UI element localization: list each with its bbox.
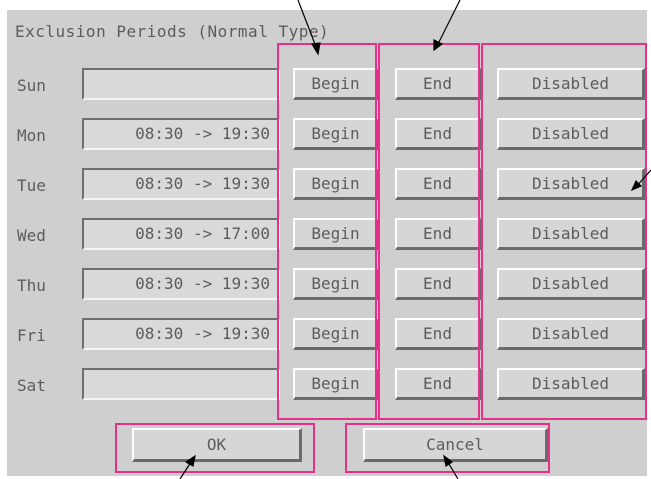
begin-button-fri[interactable]: Begin bbox=[293, 318, 379, 350]
disabled-button-tue[interactable]: Disabled bbox=[497, 168, 645, 200]
disabled-button-fri[interactable]: Disabled bbox=[497, 318, 645, 350]
disabled-button-mon[interactable]: Disabled bbox=[497, 118, 645, 150]
end-button-tue[interactable]: End bbox=[395, 168, 481, 200]
disabled-button-sun[interactable]: Disabled bbox=[497, 68, 645, 100]
ok-button[interactable]: OK bbox=[132, 428, 302, 462]
end-button-fri[interactable]: End bbox=[395, 318, 481, 350]
day-label-sat: Sat bbox=[17, 376, 46, 395]
dialog-title: Exclusion Periods (Normal Type) bbox=[15, 22, 330, 41]
begin-button-sat[interactable]: Begin bbox=[293, 368, 379, 400]
period-field-fri[interactable]: 08:30 -> 19:30 bbox=[82, 318, 280, 350]
end-button-thu[interactable]: End bbox=[395, 268, 481, 300]
begin-button-tue[interactable]: Begin bbox=[293, 168, 379, 200]
begin-button-mon[interactable]: Begin bbox=[293, 118, 379, 150]
end-button-mon[interactable]: End bbox=[395, 118, 481, 150]
disabled-button-wed[interactable]: Disabled bbox=[497, 218, 645, 250]
period-field-sun[interactable] bbox=[82, 68, 280, 100]
day-label-mon: Mon bbox=[17, 126, 46, 145]
disabled-button-sat[interactable]: Disabled bbox=[497, 368, 645, 400]
day-label-wed: Wed bbox=[17, 226, 46, 245]
period-field-wed[interactable]: 08:30 -> 17:00 bbox=[82, 218, 280, 250]
exclusion-periods-dialog: Exclusion Periods (Normal Type) Sun Begi… bbox=[7, 10, 647, 476]
end-button-sun[interactable]: End bbox=[395, 68, 481, 100]
period-field-tue[interactable]: 08:30 -> 19:30 bbox=[82, 168, 280, 200]
end-button-wed[interactable]: End bbox=[395, 218, 481, 250]
begin-button-thu[interactable]: Begin bbox=[293, 268, 379, 300]
period-field-sat[interactable] bbox=[82, 368, 280, 400]
day-label-fri: Fri bbox=[17, 326, 46, 345]
period-field-thu[interactable]: 08:30 -> 19:30 bbox=[82, 268, 280, 300]
begin-button-wed[interactable]: Begin bbox=[293, 218, 379, 250]
cancel-button[interactable]: Cancel bbox=[363, 428, 548, 462]
day-label-tue: Tue bbox=[17, 176, 46, 195]
day-label-sun: Sun bbox=[17, 76, 46, 95]
disabled-button-thu[interactable]: Disabled bbox=[497, 268, 645, 300]
end-button-sat[interactable]: End bbox=[395, 368, 481, 400]
day-label-thu: Thu bbox=[17, 276, 46, 295]
begin-button-sun[interactable]: Begin bbox=[293, 68, 379, 100]
period-field-mon[interactable]: 08:30 -> 19:30 bbox=[82, 118, 280, 150]
